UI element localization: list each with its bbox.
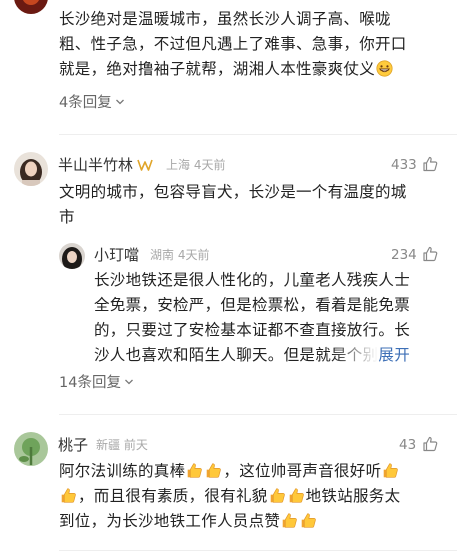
- chevron-down-icon: [124, 379, 133, 385]
- thumbs-up-icon[interactable]: [422, 436, 438, 452]
- grin-emoji: [376, 60, 393, 77]
- thumbs-up-emoji: [301, 513, 317, 528]
- divider: [59, 550, 457, 551]
- time-label: 前天: [123, 438, 148, 452]
- reply-text: 长沙地铁还是很人性化的，儿童老人残疾人士 全免票，安检严，但是检票松，看着是能免…: [94, 268, 450, 368]
- vip-badge-icon: [137, 159, 153, 171]
- location-label: 上海: [166, 158, 191, 172]
- thumbs-up-icon[interactable]: [422, 246, 438, 262]
- view-replies-button[interactable]: 14条回复: [59, 373, 134, 393]
- location-label: 新疆: [96, 438, 121, 452]
- commenter-name[interactable]: 桃子: [58, 435, 88, 455]
- reply-line: 的，只要过了安检基本证都不查直接放行。长: [94, 321, 411, 339]
- view-replies-button[interactable]: 4条回复: [59, 93, 125, 113]
- comment-meta: 新疆 前天: [96, 435, 148, 455]
- reply-author-name-text: 小玎噹: [94, 246, 140, 264]
- comment-line: 就是，绝对撸袖子就帮，湖湘人本性豪爽仗义: [59, 60, 376, 78]
- avatar[interactable]: [59, 243, 85, 269]
- comment-line: 文明的城市，包容导盲犬，长沙是一个有温度的城: [59, 183, 407, 201]
- time-label: 4天前: [177, 248, 210, 262]
- comment-line: 粗、性子急，不过但凡遇上了难事、急事，你开口: [59, 35, 407, 53]
- like-count[interactable]: 43: [399, 435, 416, 455]
- reply-line: 长沙地铁还是很人性化的，儿童老人残疾人士: [94, 271, 411, 289]
- comment-text-part: 地铁站服务太: [305, 487, 401, 505]
- like-count[interactable]: 433: [391, 155, 417, 175]
- like-count-text: 234: [391, 247, 417, 263]
- thumbs-up-emoji: [188, 463, 203, 478]
- text-fade: [332, 344, 379, 364]
- replies-label: 4条回复: [59, 95, 112, 111]
- avatar[interactable]: [14, 432, 48, 466]
- avatar[interactable]: [14, 0, 48, 14]
- divider: [59, 134, 457, 135]
- comment-text-part: ，这位帅哥声音很好听: [223, 462, 382, 480]
- thumbs-up-emoji: [270, 488, 285, 503]
- comment-text-part: 到位，为长沙地铁工作人员点赞: [59, 512, 281, 530]
- reply-meta: 湖南 4天前: [150, 245, 209, 265]
- replies-label: 14条回复: [59, 375, 121, 391]
- thumbs-up-icon[interactable]: [422, 156, 438, 172]
- thumbs-up-emoji: [207, 463, 222, 478]
- commenter-name-text: 桃子: [58, 436, 89, 454]
- time-label: 4天前: [193, 158, 226, 172]
- comment-line: 长沙绝对是温暖城市，虽然长沙人调子高、喉咙: [59, 10, 391, 28]
- commenter-name-text: 半山半竹林: [58, 156, 134, 174]
- comment-text-part: ，而且很有素质，很有礼貌: [78, 487, 268, 505]
- like-count[interactable]: 234: [391, 245, 417, 265]
- thumbs-up-emoji: [384, 463, 399, 478]
- comment-text: 长沙绝对是温暖城市，虽然长沙人调子高、喉咙 粗、性子急，不过但凡遇上了难事、急事…: [59, 7, 449, 82]
- avatar[interactable]: [14, 152, 48, 186]
- thumbs-up-emoji: [289, 488, 304, 503]
- comment-text-part: 阿尔法训练的真棒: [59, 462, 186, 480]
- chevron-down-icon: [115, 99, 124, 105]
- comment-text: 文明的城市，包容导盲犬，长沙是一个有温度的城 市: [59, 180, 449, 230]
- thumbs-up-emoji: [61, 488, 76, 503]
- comment-text: 阿尔法训练的真棒 ，这位帅哥声音很好听 ，而且很有素质，很有礼貌 地铁站服务太 到位…: [59, 459, 449, 534]
- expand-link[interactable]: 展开: [378, 346, 410, 364]
- location-label: 湖南: [150, 248, 175, 262]
- reply-line: 全免票，安检严，但是检票松，看着是能免票: [94, 296, 411, 314]
- reply-author-name[interactable]: 小玎噹: [94, 245, 139, 265]
- divider: [59, 414, 457, 415]
- commenter-name[interactable]: 半山半竹林: [58, 155, 153, 175]
- thumbs-up-emoji: [282, 513, 298, 528]
- comment-meta: 上海 4天前: [166, 155, 225, 175]
- like-count-text: 43: [399, 437, 417, 453]
- comment-line: 市: [59, 208, 75, 226]
- like-count-text: 433: [391, 157, 417, 173]
